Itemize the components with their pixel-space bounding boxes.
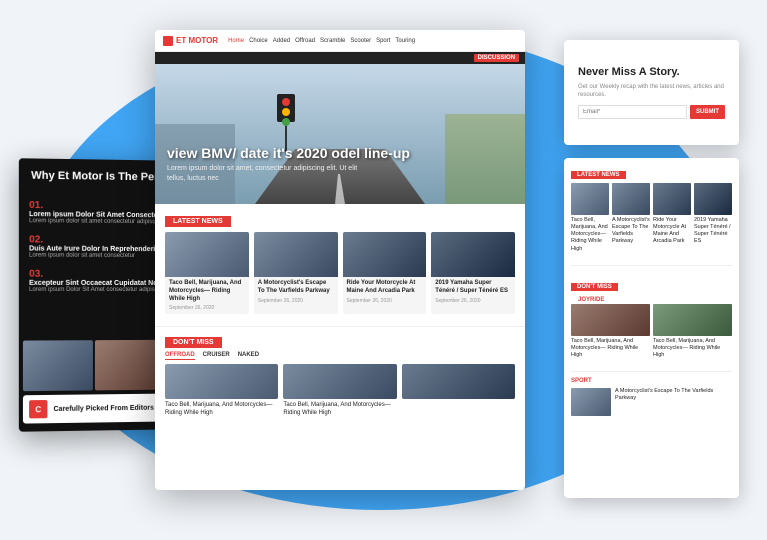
news-card-3-img	[343, 232, 427, 277]
rn-item-1-title: Taco Bell, Marijuana, And Motorcycles— R…	[571, 217, 609, 253]
nav-home[interactable]: Home	[228, 38, 244, 44]
dm-card-3-img	[402, 364, 515, 399]
latest-news-badge: LATEST NEWS	[165, 216, 231, 227]
nav-touring[interactable]: Touring	[395, 38, 415, 44]
hero-subtitle: Lorem ipsum dolor sit amet, consectetur …	[167, 164, 367, 184]
dm-card-1-img	[165, 364, 278, 399]
rn-item-2-title: A Motorcyclist's Escape To The Varfields…	[612, 217, 650, 246]
news-card-4-date: September 26, 2020	[435, 298, 511, 304]
rn-dm-item-2[interactable]: Taco Bell, Marijuana, And Motorcycles— R…	[653, 304, 732, 359]
rn-dont-miss-badge: DON'T MISS	[571, 283, 618, 291]
hero-overlay-text: view BMV/ date it's 2020 odel line-up Lo…	[167, 145, 410, 184]
dm-card-2[interactable]: Taco Bell, Marijuana, And Motorcycles— R…	[283, 364, 396, 418]
rn-dm-item-2-img	[653, 304, 732, 336]
editor-label: Carefully Picked From Editors	[54, 404, 154, 412]
news-card-1-date: September 26, 2020	[169, 305, 245, 311]
panel-newsletter: Never Miss A Story. Get our Weekly recap…	[564, 40, 739, 145]
rn-dm-item-1-img	[571, 304, 650, 336]
rn-item-4-title: 2019 Yamaha Super Ténéré / Super Ténéré …	[694, 217, 732, 246]
discussion-badge: DISCUSSION	[474, 54, 519, 62]
latest-news-section: LATEST NEWS Taco Bell, Marijuana, And Mo…	[155, 204, 525, 326]
main-nav: Home Choice Added Offroad Scramble Scoot…	[228, 38, 415, 44]
rn-divider-1	[571, 265, 732, 266]
main-header: ET MOTOR Home Choice Added Offroad Scram…	[155, 30, 525, 52]
newsletter-title: Never Miss A Story.	[578, 66, 725, 79]
newsletter-desc: Get our Weekly recap with the latest new…	[578, 83, 725, 100]
site-logo: ET MOTOR	[163, 36, 218, 46]
nav-offroad[interactable]: Offroad	[295, 38, 315, 44]
rn-item-1-img	[571, 183, 609, 215]
nav-added[interactable]: Added	[273, 38, 290, 44]
news-card-3-title: Ride Your Motorcycle At Maine And Arcadi…	[347, 280, 423, 296]
rn-dont-miss-grid: Taco Bell, Marijuana, And Motorcycles— R…	[571, 304, 732, 359]
rn-grid-top: Taco Bell, Marijuana, And Motorcycles— R…	[571, 183, 732, 253]
rn-dont-miss-section: DON'T MISS JOYRIDE Taco Bell, Marijuana,…	[564, 270, 739, 367]
nav-scooter[interactable]: Scooter	[350, 38, 371, 44]
rn-item-4-img	[694, 183, 732, 215]
editor-icon: C	[29, 400, 47, 418]
dont-miss-grid: Taco Bell, Marijuana, And Motorcycles— R…	[165, 364, 515, 418]
nav-scramble[interactable]: Scramble	[320, 38, 345, 44]
rn-item-3[interactable]: Ride Your Motorcycle At Maine And Arcadi…	[653, 183, 691, 253]
dm-card-2-title: Taco Bell, Marijuana, And Motorcycles— R…	[283, 402, 396, 418]
news-card-1-img	[165, 232, 249, 277]
news-card-4-title: 2019 Yamaha Super Ténéré / Super Ténéré …	[435, 280, 511, 296]
hero-section: view BMV/ date it's 2020 odel line-up Lo…	[155, 64, 525, 204]
dm-card-1-title: Taco Bell, Marijuana, And Motorcycles— R…	[165, 402, 278, 418]
dm-card-3[interactable]	[402, 364, 515, 418]
newsletter-email-input[interactable]	[578, 105, 687, 119]
rn-single-item[interactable]: A Motorcyclist's Escape To The Varfields…	[564, 385, 739, 419]
nav-choice[interactable]: Choice	[249, 38, 268, 44]
rn-latest-news-section: LATEST NEWS Taco Bell, Marijuana, And Mo…	[564, 158, 739, 261]
banner-area: DISCUSSION	[155, 52, 525, 64]
rn-item-3-title: Ride Your Motorcycle At Maine And Arcadi…	[653, 217, 691, 246]
dm-card-2-img	[283, 364, 396, 399]
dont-miss-badge: DON'T MISS	[165, 337, 222, 348]
rn-dm-item-1[interactable]: Taco Bell, Marijuana, And Motorcycles— R…	[571, 304, 650, 359]
news-card-4-img	[431, 232, 515, 277]
rn-item-2[interactable]: A Motorcyclist's Escape To The Varfields…	[612, 183, 650, 253]
moto-thumb-1	[23, 340, 93, 391]
rn-divider-2	[571, 371, 732, 372]
panel-main: ET MOTOR Home Choice Added Offroad Scram…	[155, 30, 525, 490]
panel-right-news: LATEST NEWS Taco Bell, Marijuana, And Mo…	[564, 158, 739, 498]
news-card-3-date: September 26, 2020	[347, 298, 423, 304]
rn-cat-sport: SPORT	[564, 376, 739, 385]
cat-tab-cruiser[interactable]: CRUISER	[203, 352, 230, 360]
rn-single-title: A Motorcyclist's Escape To The Varfields…	[615, 388, 732, 402]
rn-single-img	[571, 388, 611, 416]
news-card-2-img	[254, 232, 338, 277]
rn-dm-item-2-title: Taco Bell, Marijuana, And Motorcycles— R…	[653, 338, 732, 359]
rn-latest-news-badge: LATEST NEWS	[571, 171, 626, 179]
rn-item-1[interactable]: Taco Bell, Marijuana, And Motorcycles— R…	[571, 183, 609, 253]
news-card-1[interactable]: Taco Bell, Marijuana, And Motorcycles— R…	[165, 232, 249, 314]
rn-item-4[interactable]: 2019 Yamaha Super Ténéré / Super Ténéré …	[694, 183, 732, 253]
dm-card-1[interactable]: Taco Bell, Marijuana, And Motorcycles— R…	[165, 364, 278, 418]
cat-tab-offroad[interactable]: OFFROAD	[165, 352, 195, 360]
news-card-2-title: A Motorcyclist's Escape To The Varfields…	[258, 280, 334, 296]
news-card-3[interactable]: Ride Your Motorcycle At Maine And Arcadi…	[343, 232, 427, 314]
dont-miss-section: DON'T MISS OFFROAD CRUISER NAKED Taco Be…	[155, 326, 525, 422]
news-card-2[interactable]: A Motorcyclist's Escape To The Varfields…	[254, 232, 338, 314]
news-cards-grid: Taco Bell, Marijuana, And Motorcycles— R…	[165, 232, 515, 314]
category-tabs: OFFROAD CRUISER NAKED	[165, 352, 515, 360]
scene-container: Why Et Motor Is The Perfect Choice? 01. …	[0, 0, 767, 540]
hero-title: view BMV/ date it's 2020 odel line-up	[167, 145, 410, 162]
rn-cat-joyride: JOYRIDE	[571, 295, 732, 304]
rn-item-2-img	[612, 183, 650, 215]
news-card-1-title: Taco Bell, Marijuana, And Motorcycles— R…	[169, 280, 245, 303]
news-card-4[interactable]: 2019 Yamaha Super Ténéré / Super Ténéré …	[431, 232, 515, 314]
logo-text: ET MOTOR	[176, 36, 218, 45]
logo-icon	[163, 36, 173, 46]
news-card-2-date: September 26, 2020	[258, 298, 334, 304]
newsletter-submit-button[interactable]: SUBMIT	[690, 105, 725, 119]
cat-tab-naked[interactable]: NAKED	[238, 352, 259, 360]
rn-item-3-img	[653, 183, 691, 215]
newsletter-form: SUBMIT	[578, 105, 725, 119]
rn-dm-item-1-title: Taco Bell, Marijuana, And Motorcycles— R…	[571, 338, 650, 359]
nav-sport[interactable]: Sport	[376, 38, 390, 44]
